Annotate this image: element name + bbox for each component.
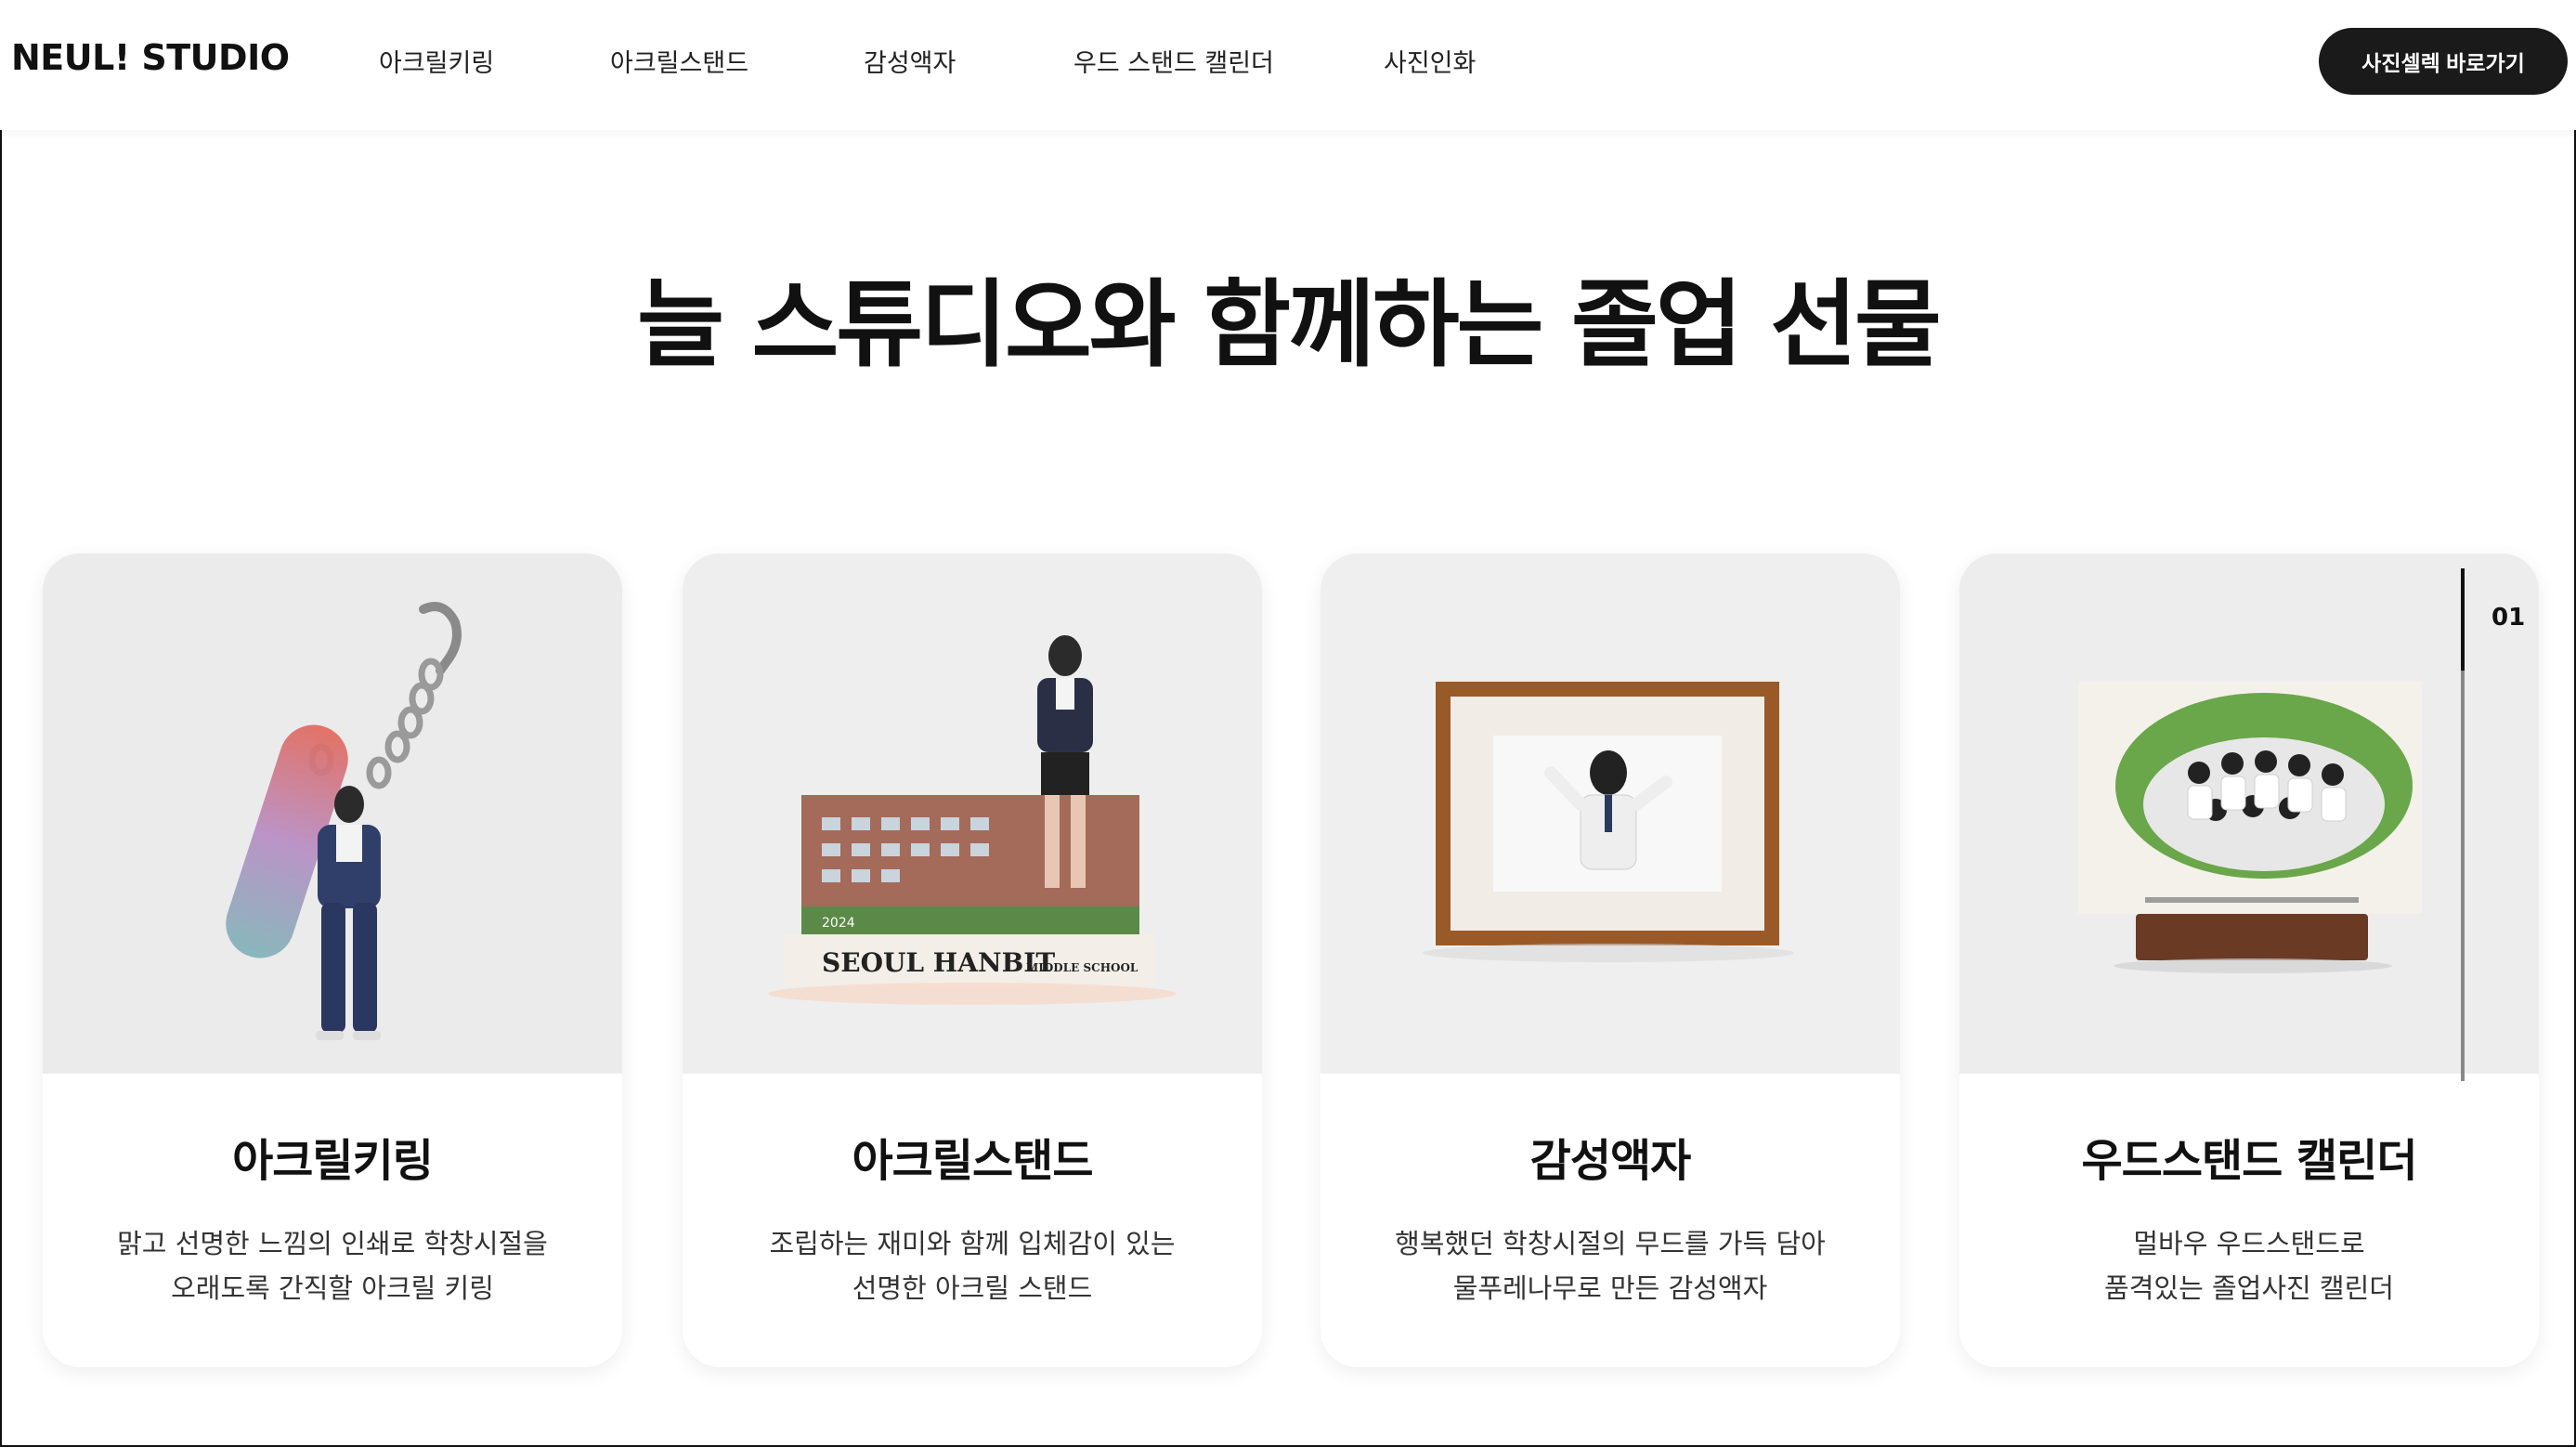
menu-item-wood-stand-calendar[interactable]: 우드 스탠드 캘린더 (1073, 43, 1274, 79)
keyring-illustration (43, 554, 622, 1074)
calendar-illustration (1959, 554, 2539, 1074)
slider-progress-track[interactable] (2461, 568, 2465, 1081)
menu-item-frame[interactable]: 감성액자 (864, 43, 956, 79)
acrylic-stand-image: SEOUL HANBIT MIDDLE SCHOOL 2024 (683, 554, 1262, 1074)
card-description-line1: 조립하는 재미와 함께 입체감이 있는 (769, 1228, 1176, 1259)
hero-title: 늘 스튜디오와 함께하는 졸업 선물 (637, 270, 1942, 381)
site-logo[interactable]: NEUL! STUDIO (11, 37, 290, 78)
card-description-line1: 행복했던 학창시절의 무드를 가득 담아 (1395, 1228, 1826, 1259)
wood-stand-calendar-image (1959, 554, 2539, 1074)
menu-item-photo-print[interactable]: 사진인화 (1384, 43, 1476, 79)
slider-progress-indicator (2461, 568, 2465, 671)
card-title: 우드스탠드 캘린더 (2081, 1135, 2418, 1187)
card-description-line1: 멀바우 우드스탠드로 (2133, 1228, 2365, 1259)
card-description-line2: 물푸레나무로 만든 감성액자 (1452, 1272, 1768, 1304)
wood-frame-image (1321, 554, 1900, 1074)
acrylic-keyring-image (43, 554, 622, 1074)
card-title: 아크릴스탠드 (852, 1135, 1094, 1187)
slider-current-index: 01 (2491, 604, 2526, 632)
product-card-wood-stand-calendar[interactable]: 우드스탠드 캘린더 멀바우 우드스탠드로 품격있는 졸업사진 캘린더 (1959, 554, 2539, 1367)
menu-item-acrylic-keyring[interactable]: 아크릴키링 (379, 43, 494, 79)
stand-image-year: 2024 (822, 916, 855, 931)
frame-illustration (1321, 554, 1900, 1074)
top-navigation: NEUL! STUDIO 아크릴키링 아크릴스탠드 감성액자 우드 스탠드 캘린… (0, 0, 2576, 130)
card-description-line1: 맑고 선명한 느낌의 인쇄로 학창시절을 (117, 1228, 548, 1259)
card-description-line2: 품격있는 졸업사진 캘린더 (2104, 1272, 2394, 1304)
card-description-line2: 오래도록 간직할 아크릴 키링 (171, 1272, 494, 1304)
product-card-acrylic-keyring[interactable]: 아크릴키링 맑고 선명한 느낌의 인쇄로 학창시절을 오래도록 간직할 아크릴 … (43, 554, 622, 1367)
product-card-acrylic-stand[interactable]: SEOUL HANBIT MIDDLE SCHOOL 2024 아크릴스탠드 조… (683, 554, 1262, 1367)
card-title: 아크릴키링 (232, 1135, 434, 1187)
menu-item-acrylic-stand[interactable]: 아크릴스탠드 (610, 43, 748, 79)
stand-image-subtext: MIDDLE SCHOOL (1026, 961, 1138, 974)
product-card-frame[interactable]: 감성액자 행복했던 학창시절의 무드를 가득 담아 물푸레나무로 만든 감성액자 (1321, 554, 1900, 1367)
stand-image-text: SEOUL HANBIT (822, 947, 1055, 978)
card-title: 감성액자 (1529, 1135, 1692, 1187)
card-description-line2: 선명한 아크릴 스탠드 (852, 1272, 1093, 1304)
photo-select-button[interactable]: 사진셀렉 바로가기 (2319, 28, 2568, 95)
stand-illustration: SEOUL HANBIT MIDDLE SCHOOL 2024 (683, 554, 1262, 1074)
